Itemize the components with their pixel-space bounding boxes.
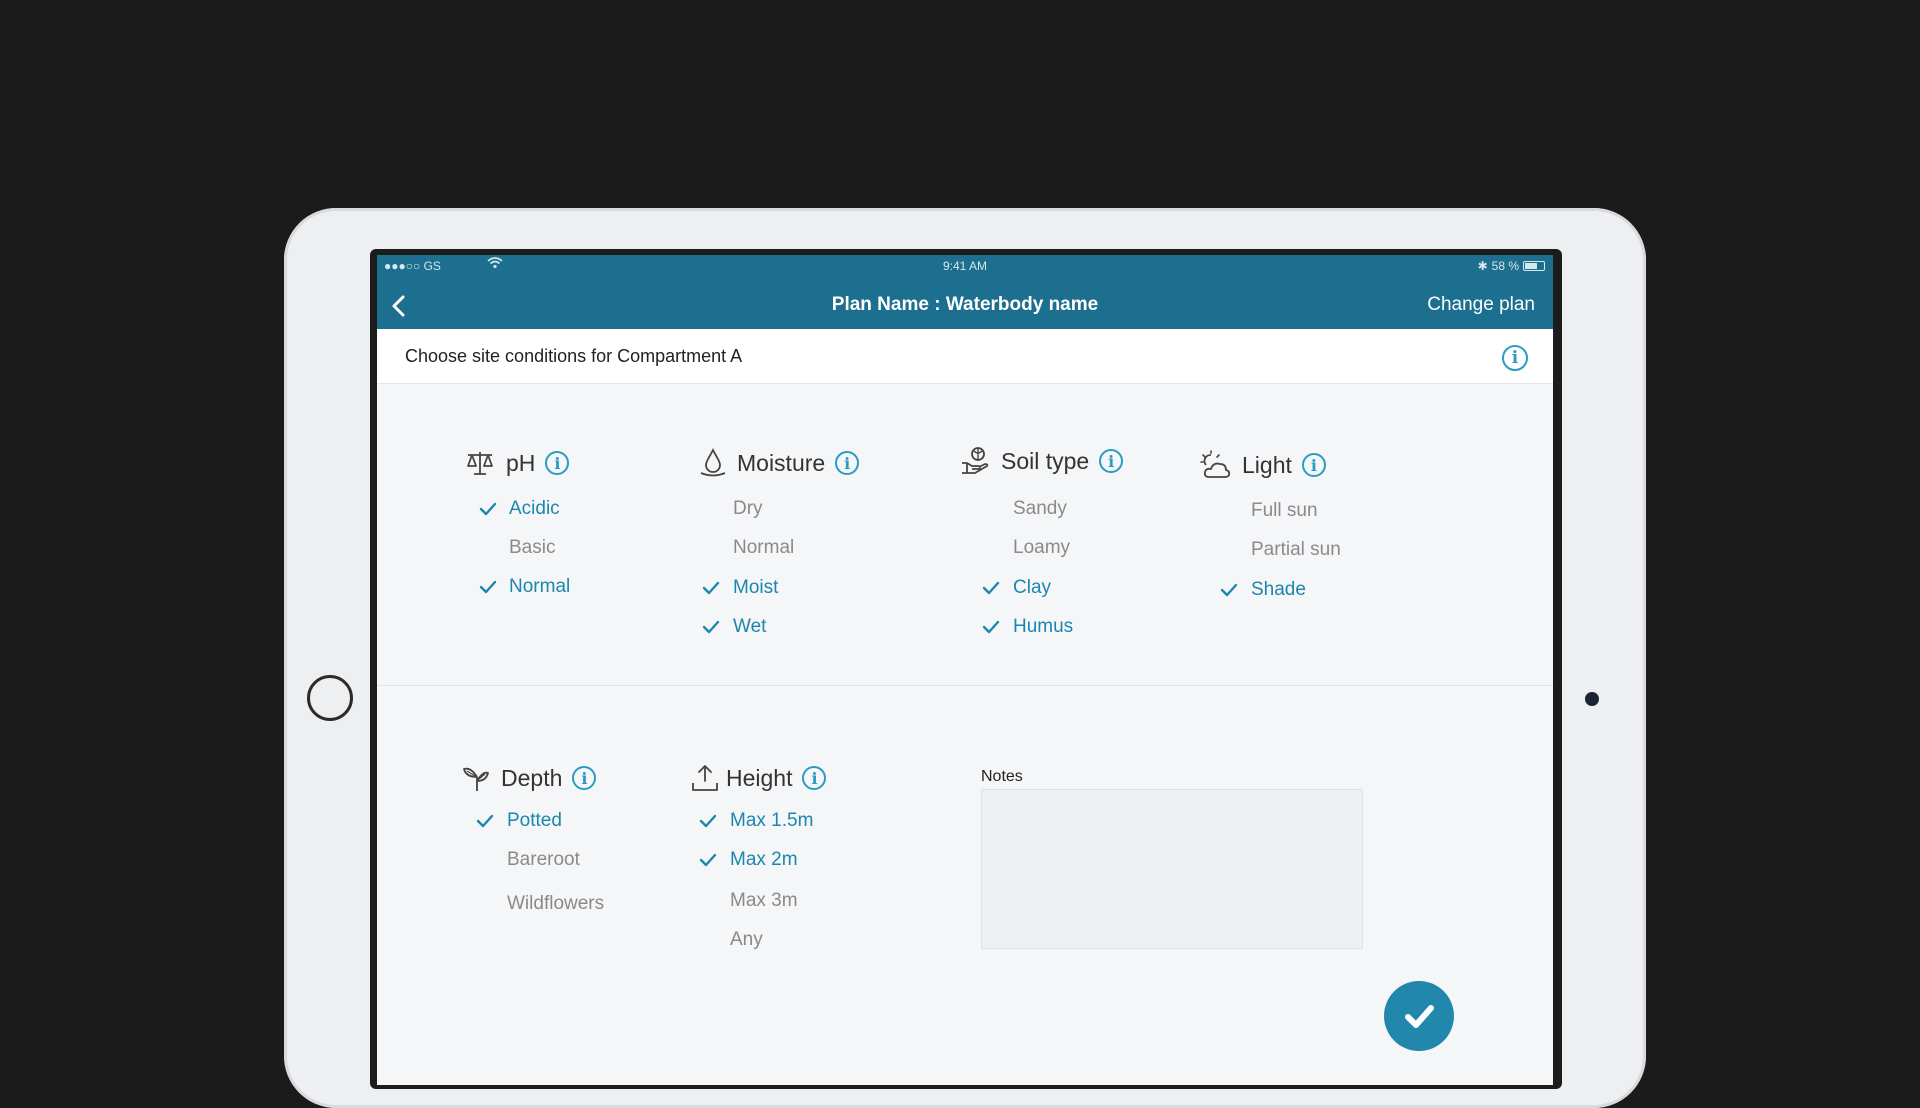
status-bar: ●●●○○ GS 9:41 AM ✱ 58 % (377, 255, 1553, 277)
moisture-option-moist[interactable]: Moist (733, 577, 778, 599)
scale-icon (467, 452, 493, 475)
ph-option-normal[interactable]: Normal (509, 576, 570, 598)
depth-option-bareroot[interactable]: Bareroot (507, 849, 580, 871)
height-title: Height (726, 764, 793, 791)
depth-title: Depth (501, 764, 563, 791)
nav-bar: ●●●○○ GS 9:41 AM ✱ 58 % Plan Name : Wate… (377, 255, 1553, 329)
height-max15-check-icon (699, 814, 717, 828)
depth-option-wildflowers[interactable]: Wildflowers (507, 893, 604, 915)
battery-percent: 58 % (1491, 259, 1519, 273)
status-time: 9:41 AM (942, 259, 988, 273)
page-title: Plan Name : Waterbody name (831, 294, 1099, 315)
ph-option-basic[interactable]: Basic (509, 537, 555, 559)
ph-acidic-check-icon (479, 502, 497, 516)
home-button[interactable] (307, 675, 353, 721)
light-info-icon[interactable]: i (1301, 453, 1326, 477)
height-option-max-3m[interactable]: Max 3m (730, 890, 798, 912)
light-shade-check-icon (1220, 583, 1238, 597)
light-option-partial-sun[interactable]: Partial sun (1251, 539, 1341, 561)
moisture-info-icon[interactable]: i (835, 451, 860, 475)
height-option-max-1-5m[interactable]: Max 1.5m (730, 810, 813, 832)
light-title: Light (1242, 451, 1292, 478)
depth-header: Depth i (461, 763, 597, 793)
ph-option-acidic[interactable]: Acidic (509, 498, 560, 520)
ph-header: pH i (464, 448, 570, 478)
depth-group: Depth i (461, 763, 597, 793)
checkmark-icon (1405, 1005, 1434, 1028)
moisture-option-wet[interactable]: Wet (733, 616, 766, 638)
height-group: Height i (690, 763, 827, 793)
soil-header: Soil type i (959, 446, 1124, 476)
info-icon[interactable]: i (1502, 345, 1528, 371)
app-screen: ●●●○○ GS 9:41 AM ✱ 58 % Plan Name : Wate… (377, 255, 1553, 1085)
light-group: Light i (1200, 450, 1326, 480)
confirm-button[interactable] (1384, 981, 1454, 1051)
depth-info-icon[interactable]: i (572, 766, 597, 790)
moisture-wet-check-icon (702, 620, 720, 634)
height-header: Height i (690, 763, 827, 793)
light-option-full-sun[interactable]: Full sun (1251, 500, 1318, 522)
compartment-header: Choose site conditions for Compartment A… (377, 329, 1553, 384)
soil-option-sandy[interactable]: Sandy (1013, 498, 1067, 520)
moisture-title: Moisture (737, 449, 826, 476)
ph-normal-check-icon (479, 580, 497, 594)
moisture-group: Moisture i (699, 447, 860, 478)
soil-clay-check-icon (982, 581, 1000, 595)
compartment-instruction: Choose site conditions for Compartment A (405, 346, 743, 366)
ph-title: pH (506, 449, 536, 476)
depth-option-potted[interactable]: Potted (507, 810, 562, 832)
soil-title: Soil type (1001, 447, 1090, 474)
change-plan-button[interactable]: Change plan (1427, 294, 1535, 316)
moisture-moist-check-icon (702, 581, 720, 595)
soil-option-clay[interactable]: Clay (1013, 577, 1051, 599)
sun-cloud-icon (1200, 450, 1231, 478)
notes-textarea[interactable] (981, 789, 1363, 949)
height-option-any[interactable]: Any (730, 929, 763, 951)
camera-dot (1585, 692, 1599, 706)
moisture-option-dry[interactable]: Dry (733, 498, 763, 520)
battery-icon (1523, 261, 1545, 271)
ph-group: pH i (464, 448, 570, 478)
moisture-option-normal[interactable]: Normal (733, 537, 794, 559)
soil-option-humus[interactable]: Humus (1013, 616, 1073, 638)
water-drop-icon (700, 447, 726, 477)
plant-icon (463, 767, 489, 791)
soil-hand-icon (962, 447, 989, 474)
height-max2-check-icon (699, 853, 717, 867)
soil-option-loamy[interactable]: Loamy (1013, 537, 1070, 559)
ph-info-icon[interactable]: i (545, 451, 570, 475)
status-right: ✱ 58 % (1478, 259, 1545, 273)
light-header: Light i (1200, 450, 1326, 480)
bluetooth-icon: ✱ (1477, 259, 1488, 273)
height-option-max-2m[interactable]: Max 2m (730, 849, 798, 871)
soil-group: Soil type i (959, 446, 1124, 476)
notes-label: Notes (981, 768, 1023, 785)
soil-info-icon[interactable]: i (1099, 449, 1124, 473)
section-divider (377, 685, 1553, 686)
height-upload-icon (692, 765, 718, 791)
moisture-header: Moisture i (699, 447, 860, 478)
depth-potted-check-icon (476, 814, 494, 828)
light-option-shade[interactable]: Shade (1251, 579, 1306, 601)
soil-humus-check-icon (982, 620, 1000, 634)
height-info-icon[interactable]: i (802, 766, 827, 790)
